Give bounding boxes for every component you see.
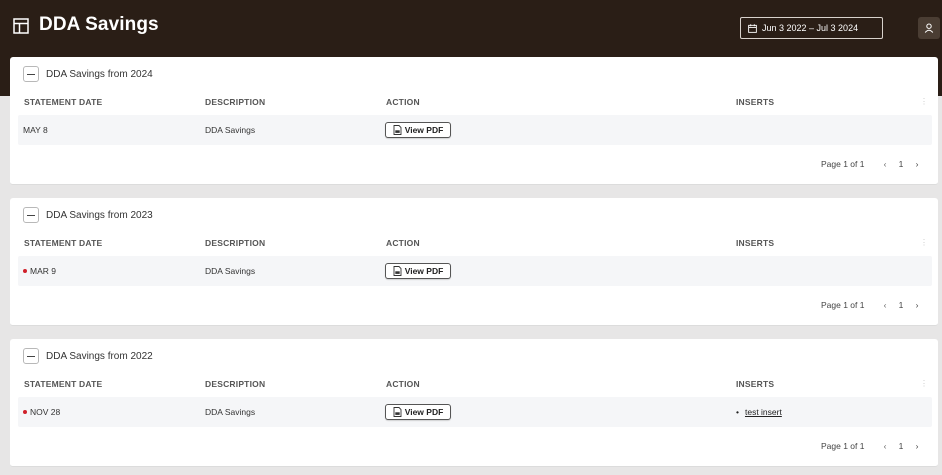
column-header-inserts[interactable]: INSERTS xyxy=(736,379,774,389)
card-title: DDA Savings from 2023 xyxy=(46,209,153,221)
collapse-button[interactable] xyxy=(23,207,39,223)
minus-icon xyxy=(27,355,35,357)
description-cell: DDA Savings xyxy=(205,266,256,276)
statement-date: NOV 28 xyxy=(30,407,61,417)
user-menu-button[interactable] xyxy=(918,17,940,39)
user-icon xyxy=(924,23,934,33)
chevron-left-icon[interactable]: ‹ xyxy=(879,159,891,169)
card-title: DDA Savings from 2022 xyxy=(46,350,153,362)
card-title: DDA Savings from 2024 xyxy=(46,68,153,80)
chevron-right-icon[interactable]: › xyxy=(911,159,923,169)
page-indicator: Page 1 of 1 xyxy=(821,159,865,169)
page-title: DDA Savings xyxy=(39,14,159,35)
calendar-icon xyxy=(748,23,757,33)
statement-date: MAY 8 xyxy=(23,125,48,135)
column-header-action[interactable]: ACTION xyxy=(386,379,420,389)
insert-link[interactable]: • test insert xyxy=(736,407,782,417)
view-pdf-button[interactable]: View PDF xyxy=(385,263,451,279)
statement-date-cell: NOV 28 xyxy=(23,407,60,417)
page-number-button[interactable]: 1 xyxy=(891,300,911,310)
chevron-right-icon[interactable]: › xyxy=(911,441,923,451)
card-header: DDA Savings from 2024 xyxy=(23,65,153,83)
statement-date-cell: MAY 8 xyxy=(23,125,48,135)
pdf-file-icon xyxy=(393,407,402,417)
description-cell: DDA Savings xyxy=(205,125,256,135)
column-header-statement-date[interactable]: STATEMENT DATE xyxy=(24,97,102,107)
statement-group-card: DDA Savings from 2024 STATEMENT DATE DES… xyxy=(10,57,938,185)
column-header-action[interactable]: ACTION xyxy=(386,97,420,107)
column-menu-icon[interactable]: ⋮ xyxy=(920,238,928,247)
statement-group-card: DDA Savings from 2022 STATEMENT DATE DES… xyxy=(10,339,938,467)
column-header-inserts[interactable]: INSERTS xyxy=(736,238,774,248)
page-indicator: Page 1 of 1 xyxy=(821,441,865,451)
date-range-text: Jun 3 2022 – Jul 3 2024 xyxy=(762,23,859,33)
view-pdf-button[interactable]: View PDF xyxy=(385,122,451,138)
minus-icon xyxy=(27,214,35,216)
column-menu-icon[interactable]: ⋮ xyxy=(920,97,928,106)
card-header: DDA Savings from 2023 xyxy=(23,206,153,224)
view-pdf-label: View PDF xyxy=(404,407,444,417)
collapse-button[interactable] xyxy=(23,66,39,82)
chevron-left-icon[interactable]: ‹ xyxy=(879,441,891,451)
table-row: NOV 28 DDA Savings View PDF • test insert xyxy=(18,397,932,427)
card-header: DDA Savings from 2022 xyxy=(23,347,153,365)
view-pdf-label: View PDF xyxy=(404,266,444,276)
column-menu-icon[interactable]: ⋮ xyxy=(920,379,928,388)
view-pdf-label: View PDF xyxy=(404,125,444,135)
pagination: Page 1 of 1 ‹ 1 › xyxy=(821,158,923,170)
page-number-button[interactable]: 1 xyxy=(891,159,911,169)
pdf-file-icon xyxy=(393,125,402,135)
column-header-inserts[interactable]: INSERTS xyxy=(736,97,774,107)
insert-link-label[interactable]: test insert xyxy=(745,407,782,417)
statement-date: MAR 9 xyxy=(30,266,56,276)
unread-indicator xyxy=(23,268,27,273)
page-number-button[interactable]: 1 xyxy=(891,441,911,451)
view-pdf-button[interactable]: View PDF xyxy=(385,404,451,420)
column-header-description[interactable]: DESCRIPTION xyxy=(205,238,265,248)
column-header-statement-date[interactable]: STATEMENT DATE xyxy=(24,379,102,389)
description-cell: DDA Savings xyxy=(205,407,256,417)
table-row: MAY 8 DDA Savings View PDF xyxy=(18,115,932,145)
chevron-left-icon[interactable]: ‹ xyxy=(879,300,891,310)
collapse-button[interactable] xyxy=(23,348,39,364)
pagination: Page 1 of 1 ‹ 1 › xyxy=(821,299,923,311)
chevron-right-icon[interactable]: › xyxy=(911,300,923,310)
statement-group-card: DDA Savings from 2023 STATEMENT DATE DES… xyxy=(10,198,938,326)
page-indicator: Page 1 of 1 xyxy=(821,300,865,310)
column-header-description[interactable]: DESCRIPTION xyxy=(205,379,265,389)
column-header-statement-date[interactable]: STATEMENT DATE xyxy=(24,238,102,248)
date-range-picker[interactable]: Jun 3 2022 – Jul 3 2024 xyxy=(740,17,883,39)
pdf-file-icon xyxy=(393,266,402,276)
column-header-description[interactable]: DESCRIPTION xyxy=(205,97,265,107)
minus-icon xyxy=(27,73,35,75)
unread-indicator xyxy=(23,409,27,414)
layout-icon xyxy=(13,18,29,34)
statement-date-cell: MAR 9 xyxy=(23,266,56,276)
pagination: Page 1 of 1 ‹ 1 › xyxy=(821,440,923,452)
table-row: MAR 9 DDA Savings View PDF xyxy=(18,256,932,286)
column-header-action[interactable]: ACTION xyxy=(386,238,420,248)
